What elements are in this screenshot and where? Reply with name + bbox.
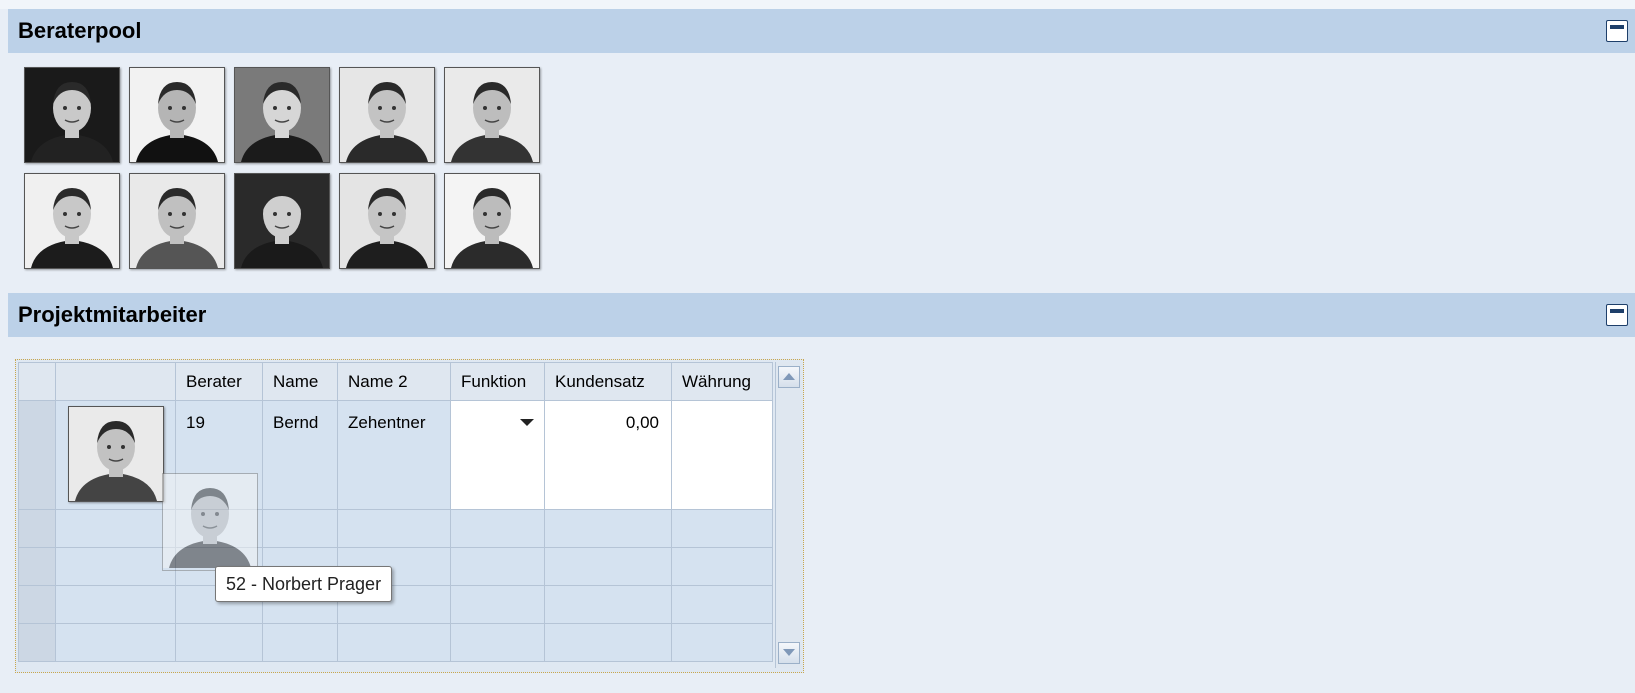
consultant-photo[interactable] [68, 406, 164, 502]
column-header-kundensatz[interactable]: Kundensatz [544, 362, 672, 401]
empty-cell [671, 623, 773, 662]
consultant-photo-10[interactable] [444, 173, 540, 269]
consultant-photo-1[interactable] [24, 67, 120, 163]
empty-cell [55, 585, 176, 624]
empty-cell [544, 623, 672, 662]
column-header-funktion[interactable]: Funktion [450, 362, 545, 401]
cell-name[interactable]: Bernd [262, 400, 338, 510]
vertical-scrollbar[interactable] [775, 362, 802, 668]
empty-cell [671, 509, 773, 548]
empty-cell [262, 509, 338, 548]
chevron-down-icon[interactable] [520, 419, 534, 426]
collapse-icon[interactable] [1606, 20, 1628, 42]
top-strip [0, 0, 1635, 9]
empty-cell [55, 623, 176, 662]
projekt-panel-title: Projektmitarbeiter [18, 302, 207, 327]
cell-waehrung[interactable] [671, 400, 773, 510]
photo-column-header [55, 362, 176, 401]
berater-panel-title: Beraterpool [18, 18, 142, 43]
consultant-photo-7[interactable] [129, 173, 225, 269]
empty-cell [450, 509, 545, 548]
photo-cell [55, 400, 176, 510]
row-selector[interactable] [18, 509, 56, 548]
scroll-up-icon[interactable] [778, 366, 800, 388]
cell-name2[interactable]: Zehentner [337, 400, 451, 510]
empty-cell [671, 585, 773, 624]
cell-kundensatz[interactable]: 0,00 [544, 400, 672, 510]
column-header-name2[interactable]: Name 2 [337, 362, 451, 401]
column-header-waehrung[interactable]: Währung [671, 362, 773, 401]
consultant-photo-4[interactable] [339, 67, 435, 163]
empty-cell [337, 509, 451, 548]
empty-cell [337, 623, 451, 662]
table-row[interactable] [18, 623, 773, 662]
empty-cell [544, 547, 672, 586]
empty-cell [450, 623, 545, 662]
consultant-photo-8[interactable] [234, 173, 330, 269]
row-selector[interactable] [18, 623, 56, 662]
column-header-berater[interactable]: Berater [175, 362, 263, 401]
consultant-photo-5[interactable] [444, 67, 540, 163]
table-row[interactable] [18, 585, 773, 624]
staff-grid: Berater Name Name 2 Funktion Kundensatz … [18, 362, 773, 662]
empty-cell [262, 623, 338, 662]
table-row[interactable] [18, 509, 773, 548]
drag-ghost-photo [162, 473, 258, 571]
empty-cell [450, 547, 545, 586]
drag-tooltip: 52 - Norbert Prager [215, 566, 393, 602]
empty-cell [544, 585, 672, 624]
empty-cell [175, 623, 263, 662]
table-row[interactable] [18, 547, 773, 586]
row-selector[interactable] [18, 400, 56, 510]
empty-cell [544, 509, 672, 548]
table-row[interactable]: 19 Bernd Zehentner 0,00 [18, 400, 773, 510]
consultant-photo-6[interactable] [24, 173, 120, 269]
scroll-down-icon[interactable] [778, 642, 800, 664]
collapse-icon[interactable] [1606, 304, 1628, 326]
empty-cell [450, 585, 545, 624]
row-selector[interactable] [18, 547, 56, 586]
berater-panel-header: Beraterpool [8, 9, 1635, 53]
row-selector[interactable] [18, 585, 56, 624]
projekt-panel-header: Projektmitarbeiter [8, 293, 1635, 337]
column-header-name[interactable]: Name [262, 362, 338, 401]
project-staff-table: Berater Name Name 2 Funktion Kundensatz … [15, 359, 804, 673]
consultant-photo-3[interactable] [234, 67, 330, 163]
funktion-dropdown[interactable] [450, 400, 545, 510]
consultant-photo-2[interactable] [129, 67, 225, 163]
empty-cell [55, 547, 176, 586]
row-selector-header [18, 362, 56, 401]
consultant-photo-9[interactable] [339, 173, 435, 269]
empty-cell [671, 547, 773, 586]
empty-cell [55, 509, 176, 548]
